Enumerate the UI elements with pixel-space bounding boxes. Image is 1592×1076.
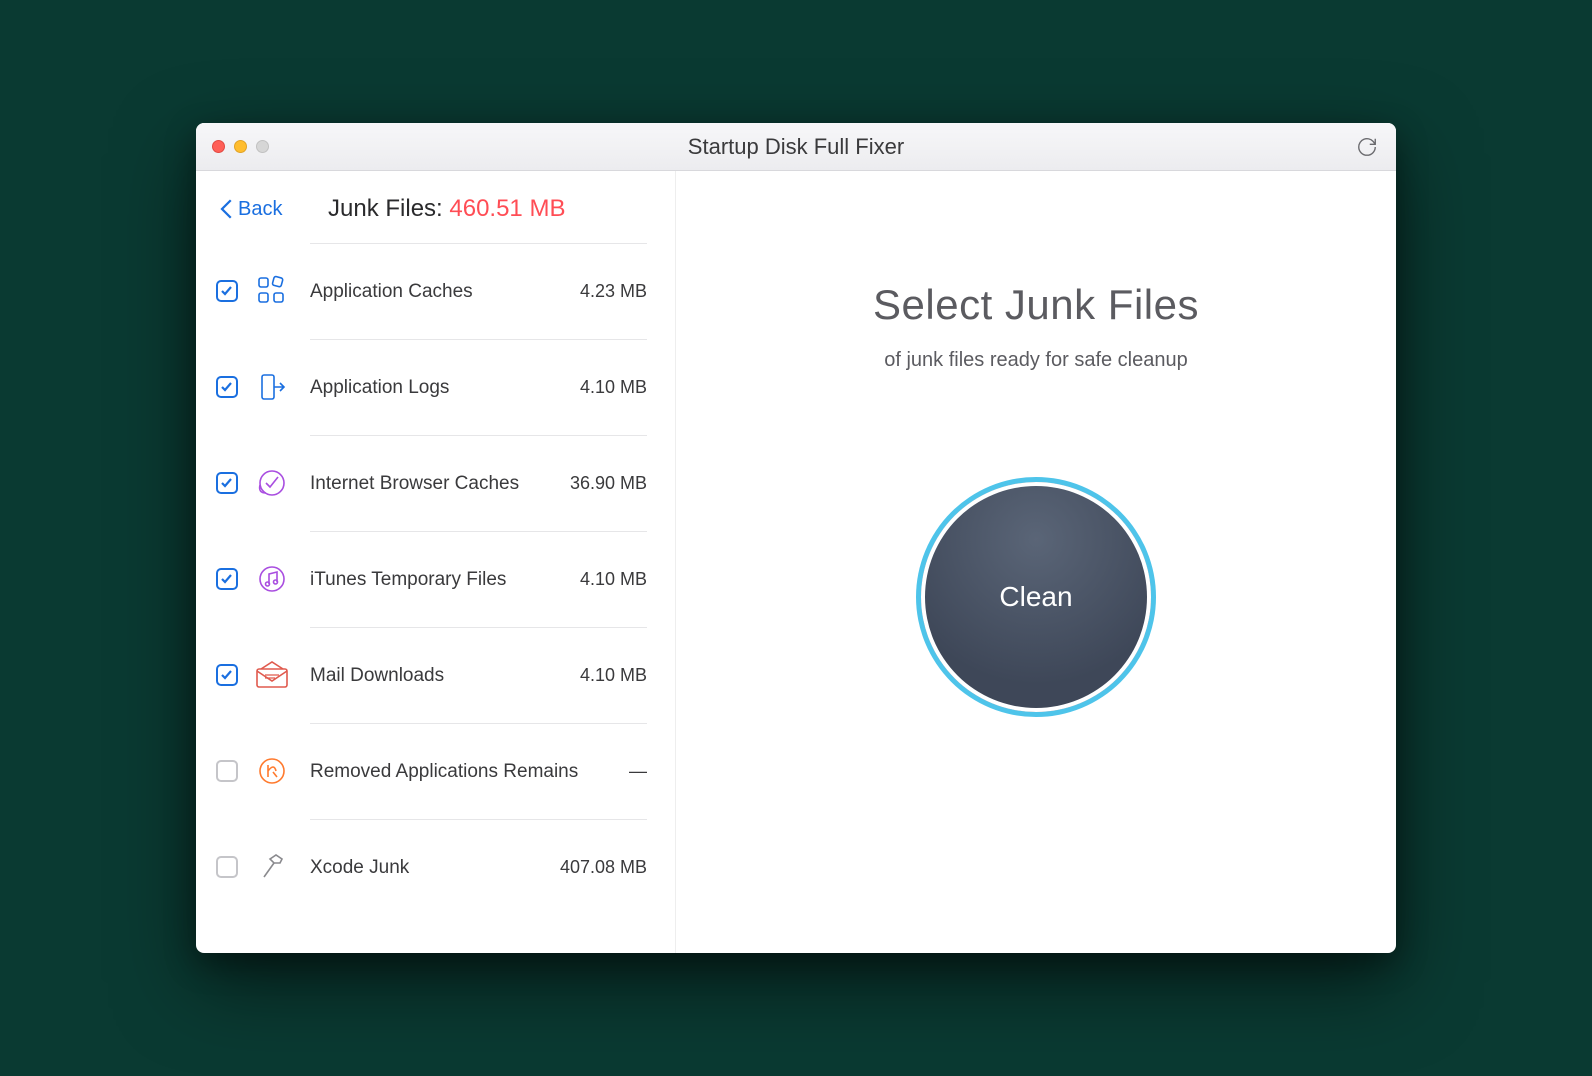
hammer-icon xyxy=(252,851,292,883)
content-body: Back Junk Files: 460.51 MB Application C… xyxy=(196,171,1396,953)
item-label: Mail Downloads xyxy=(310,665,444,687)
sidebar: Back Junk Files: 460.51 MB Application C… xyxy=(196,171,676,953)
check-icon xyxy=(220,380,234,394)
item-size: 36.90 MB xyxy=(570,473,647,494)
checkbox[interactable] xyxy=(216,280,238,302)
check-icon xyxy=(220,284,234,298)
checkbox[interactable] xyxy=(216,472,238,494)
checkbox[interactable] xyxy=(216,376,238,398)
log-icon xyxy=(252,371,292,403)
item-content: Internet Browser Caches 36.90 MB xyxy=(310,435,647,531)
sidebar-header: Back Junk Files: 460.51 MB xyxy=(196,171,675,243)
check-icon xyxy=(220,476,234,490)
item-content: Removed Applications Remains — xyxy=(310,723,647,819)
titlebar: Startup Disk Full Fixer xyxy=(196,123,1396,171)
junk-item[interactable]: Mail Downloads 4.10 MB xyxy=(196,627,675,723)
main-panel: Select Junk Files of junk files ready fo… xyxy=(676,171,1396,953)
refresh-icon xyxy=(1356,136,1378,158)
app-window: Startup Disk Full Fixer Back Junk Files:… xyxy=(196,123,1396,953)
junk-item[interactable]: Internet Browser Caches 36.90 MB xyxy=(196,435,675,531)
item-content: iTunes Temporary Files 4.10 MB xyxy=(310,531,647,627)
removed-app-icon xyxy=(252,755,292,787)
window-title: Startup Disk Full Fixer xyxy=(196,134,1396,160)
window-controls xyxy=(212,140,269,153)
item-size: — xyxy=(629,761,647,782)
title-bold: Fixer xyxy=(855,134,904,159)
refresh-button[interactable] xyxy=(1354,134,1380,160)
item-label: Removed Applications Remains xyxy=(310,761,578,783)
minimize-window-button[interactable] xyxy=(234,140,247,153)
item-size: 407.08 MB xyxy=(560,857,647,878)
clean-button[interactable]: Clean xyxy=(921,482,1151,712)
apps-icon xyxy=(252,275,292,307)
junk-item[interactable]: Application Caches 4.23 MB xyxy=(196,243,675,339)
item-content: Application Caches 4.23 MB xyxy=(310,243,647,339)
title-prefix: Startup Disk Full xyxy=(688,134,856,159)
check-icon xyxy=(220,668,234,682)
check-icon xyxy=(220,572,234,586)
item-size: 4.23 MB xyxy=(580,281,647,302)
item-label: Application Logs xyxy=(310,377,449,399)
item-label: iTunes Temporary Files xyxy=(310,569,506,591)
item-label: Xcode Junk xyxy=(310,857,409,879)
junk-list: Application Caches 4.23 MB Application Log… xyxy=(196,243,675,915)
clean-label: Clean xyxy=(999,581,1072,613)
junk-item[interactable]: Removed Applications Remains — xyxy=(196,723,675,819)
checkbox[interactable] xyxy=(216,664,238,686)
mail-icon xyxy=(252,661,292,689)
checkbox[interactable] xyxy=(216,568,238,590)
browser-cache-icon xyxy=(252,467,292,499)
item-content: Application Logs 4.10 MB xyxy=(310,339,647,435)
item-content: Xcode Junk 407.08 MB xyxy=(310,819,647,915)
item-size: 4.10 MB xyxy=(580,665,647,686)
checkbox[interactable] xyxy=(216,856,238,878)
checkbox[interactable] xyxy=(216,760,238,782)
close-window-button[interactable] xyxy=(212,140,225,153)
item-size: 4.10 MB xyxy=(580,569,647,590)
item-label: Internet Browser Caches xyxy=(310,473,519,495)
chevron-left-icon xyxy=(220,199,234,219)
junk-item[interactable]: Application Logs 4.10 MB xyxy=(196,339,675,435)
junk-size: 460.51 MB xyxy=(449,195,565,222)
junk-total: Junk Files: 460.51 MB xyxy=(242,195,651,223)
junk-item[interactable]: Xcode Junk 407.08 MB xyxy=(196,819,675,915)
item-size: 4.10 MB xyxy=(580,377,647,398)
main-subtitle: of junk files ready for safe cleanup xyxy=(884,349,1188,372)
item-content: Mail Downloads 4.10 MB xyxy=(310,627,647,723)
zoom-window-button[interactable] xyxy=(256,140,269,153)
itunes-icon xyxy=(252,563,292,595)
junk-item[interactable]: iTunes Temporary Files 4.10 MB xyxy=(196,531,675,627)
item-label: Application Caches xyxy=(310,281,473,303)
junk-label: Junk Files: xyxy=(328,195,449,222)
main-title: Select Junk Files xyxy=(873,281,1199,329)
